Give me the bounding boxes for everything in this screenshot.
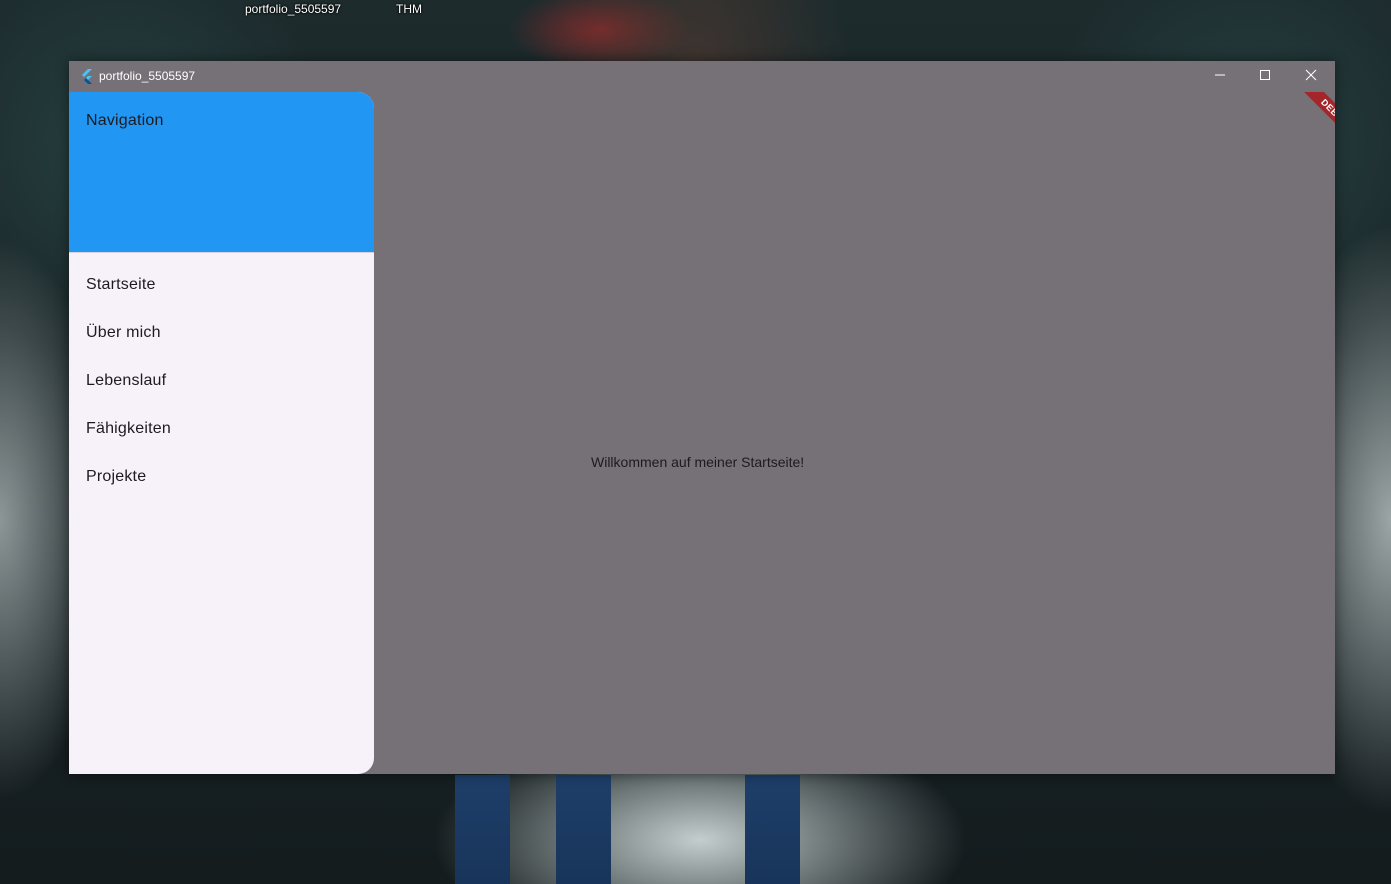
drawer-item-lebenslauf[interactable]: Lebenslauf (69, 358, 374, 406)
desktop-label-portfolio[interactable]: portfolio_5505597 (245, 2, 341, 16)
wallpaper-stripe (745, 775, 800, 884)
wallpaper-stripe (556, 775, 611, 884)
desktop-label-thm[interactable]: THM (396, 2, 422, 16)
welcome-text: Willkommen auf meiner Startseite! (591, 454, 805, 470)
desktop-background: portfolio_5505597 THM portfolio_5505597 (0, 0, 1391, 884)
app-content: Willkommen auf meiner Startseite! Naviga… (69, 92, 1335, 774)
drawer-item-faehigkeiten[interactable]: Fähigkeiten (69, 406, 374, 454)
drawer-item-startseite[interactable]: Startseite (69, 262, 374, 310)
navigation-drawer: Navigation Startseite Über mich Lebensla… (69, 92, 374, 774)
title-bar[interactable]: portfolio_5505597 (69, 61, 1335, 92)
drawer-item-label: Projekte (86, 468, 147, 485)
close-icon (1305, 68, 1317, 86)
debug-ribbon-label: DEBUG (1294, 92, 1335, 148)
minimize-icon (1214, 68, 1226, 86)
maximize-button[interactable] (1242, 61, 1288, 92)
close-button[interactable] (1288, 61, 1334, 92)
maximize-icon (1259, 68, 1271, 86)
app-window: portfolio_5505597 Willkommen auf meiner … (69, 61, 1335, 774)
drawer-item-label: Startseite (86, 276, 156, 293)
drawer-item-ueber-mich[interactable]: Über mich (69, 310, 374, 358)
debug-banner: DEBUG (1279, 92, 1335, 148)
drawer-item-label: Lebenslauf (86, 372, 167, 389)
drawer-item-label: Über mich (86, 324, 161, 341)
drawer-header-title: Navigation (86, 112, 164, 129)
drawer-header: Navigation (69, 92, 374, 253)
window-title: portfolio_5505597 (99, 69, 196, 83)
minimize-button[interactable] (1197, 61, 1243, 92)
drawer-item-label: Fähigkeiten (86, 420, 171, 437)
wallpaper-stripe (455, 775, 510, 884)
flutter-logo-icon (79, 68, 95, 84)
drawer-item-projekte[interactable]: Projekte (69, 454, 374, 502)
